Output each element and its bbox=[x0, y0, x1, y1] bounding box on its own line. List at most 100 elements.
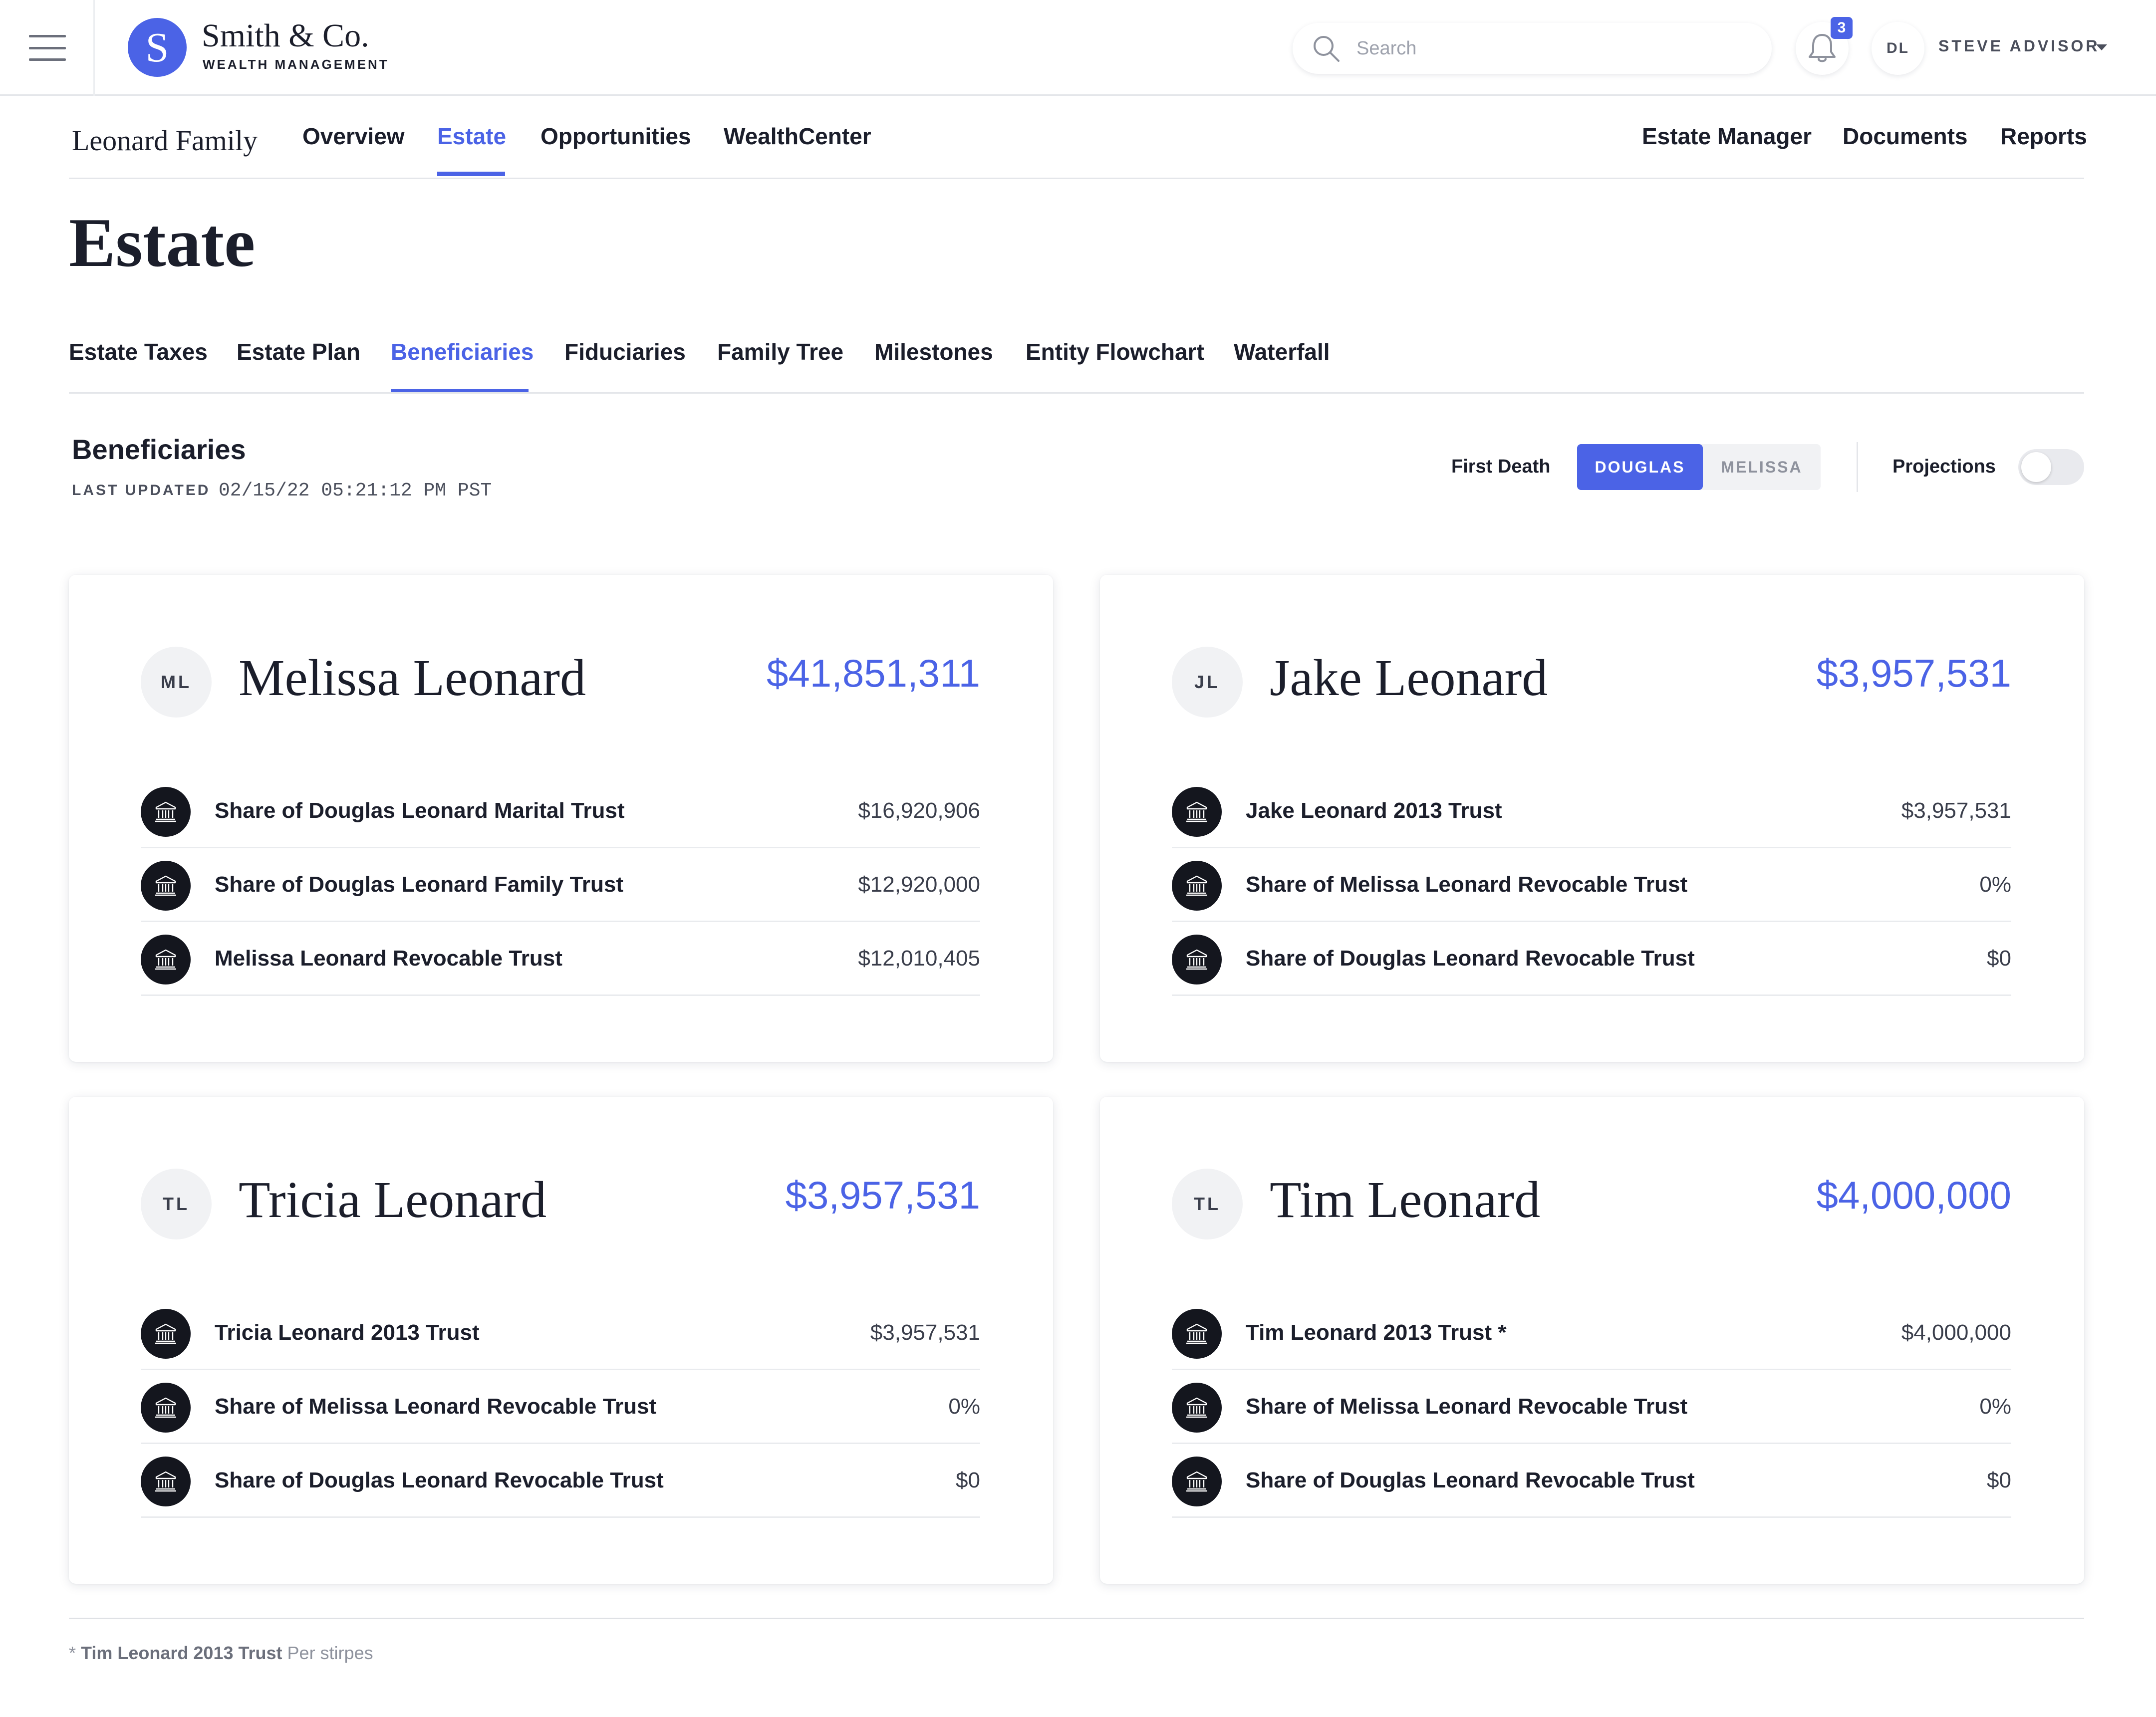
first-death-douglas-button[interactable]: DOUGLAS bbox=[1577, 444, 1703, 490]
brand-name: Smith & Co. bbox=[202, 17, 369, 54]
tab-estate-taxes[interactable]: Estate Taxes bbox=[69, 338, 208, 365]
trust-list: Jake Leonard 2013 Trust $3,957,531 Share… bbox=[1172, 774, 2011, 996]
topbar-divider bbox=[93, 0, 95, 96]
footnote-text: Per stirpes bbox=[287, 1643, 373, 1663]
footnote: * Tim Leonard 2013 Trust Per stirpes bbox=[69, 1643, 373, 1664]
bank-icon bbox=[1172, 1457, 1222, 1506]
first-death-toggle: DOUGLAS MELISSA bbox=[1577, 444, 1821, 490]
trust-name: Share of Douglas Leonard Revocable Trust bbox=[1246, 1468, 1695, 1492]
trust-value: $12,920,000 bbox=[858, 872, 980, 897]
trust-list: Tricia Leonard 2013 Trust $3,957,531 Sha… bbox=[141, 1296, 980, 1518]
bank-icon bbox=[141, 861, 191, 911]
footnote-marker: * bbox=[69, 1643, 76, 1663]
trust-list: Tim Leonard 2013 Trust * $4,000,000 Shar… bbox=[1172, 1296, 2011, 1518]
trust-row[interactable]: Share of Douglas Leonard Revocable Trust… bbox=[141, 1444, 980, 1518]
beneficiary-card: TL Tricia Leonard $3,957,531 Tricia Leon… bbox=[69, 1097, 1053, 1584]
brand-subtitle: WEALTH MANAGEMENT bbox=[203, 57, 389, 72]
beneficiary-avatar: JL bbox=[1172, 647, 1243, 718]
page-title: Estate bbox=[69, 204, 256, 281]
tab-entity-flowchart[interactable]: Entity Flowchart bbox=[1026, 338, 1204, 365]
trust-value: $0 bbox=[1987, 1468, 2011, 1492]
trust-name: Share of Douglas Leonard Marital Trust bbox=[215, 798, 625, 823]
main-nav: Leonard Family Overview Estate Opportuni… bbox=[0, 96, 2156, 180]
trust-name: Melissa Leonard Revocable Trust bbox=[215, 946, 562, 971]
sub-tabs-divider bbox=[69, 392, 2084, 394]
user-avatar[interactable]: DL bbox=[1872, 22, 1924, 75]
trust-value: $16,920,906 bbox=[858, 798, 980, 823]
bank-icon bbox=[1172, 787, 1222, 837]
footnote-trust-name: Tim Leonard 2013 Trust bbox=[81, 1643, 282, 1663]
trust-row[interactable]: Jake Leonard 2013 Trust $3,957,531 bbox=[1172, 774, 2011, 848]
beneficiary-avatar: TL bbox=[141, 1169, 212, 1239]
trust-row[interactable]: Melissa Leonard Revocable Trust $12,010,… bbox=[141, 922, 980, 996]
trust-row[interactable]: Share of Melissa Leonard Revocable Trust… bbox=[1172, 1370, 2011, 1444]
tab-family-tree[interactable]: Family Tree bbox=[717, 338, 843, 365]
trust-row[interactable]: Share of Douglas Leonard Revocable Trust… bbox=[1172, 922, 2011, 996]
trust-value: 0% bbox=[948, 1394, 980, 1419]
projections-label: Projections bbox=[1892, 456, 1996, 477]
hamburger-icon[interactable] bbox=[29, 35, 66, 61]
trust-name: Share of Douglas Leonard Family Trust bbox=[215, 872, 624, 897]
nav-overview[interactable]: Overview bbox=[302, 123, 405, 150]
first-death-melissa-button[interactable]: MELISSA bbox=[1703, 444, 1821, 490]
nav-documents[interactable]: Documents bbox=[1843, 123, 1967, 150]
trust-value: $3,957,531 bbox=[1901, 798, 2011, 823]
bank-icon bbox=[141, 935, 191, 984]
beneficiary-name: Jake Leonard bbox=[1270, 649, 1548, 707]
trust-name: Share of Melissa Leonard Revocable Trust bbox=[1246, 1394, 1688, 1419]
beneficiary-card: TL Tim Leonard $4,000,000 Tim Leonard 20… bbox=[1100, 1097, 2084, 1584]
brand-logo[interactable]: S bbox=[128, 18, 187, 77]
trust-value: $3,957,531 bbox=[870, 1320, 980, 1345]
trust-row[interactable]: Share of Douglas Leonard Revocable Trust… bbox=[1172, 1444, 2011, 1518]
trust-row[interactable]: Tim Leonard 2013 Trust * $4,000,000 bbox=[1172, 1296, 2011, 1370]
nav-opportunities[interactable]: Opportunities bbox=[540, 123, 691, 150]
main-nav-divider bbox=[69, 178, 2084, 179]
trust-row[interactable]: Share of Douglas Leonard Marital Trust $… bbox=[141, 774, 980, 848]
nav-estate[interactable]: Estate bbox=[437, 123, 506, 150]
search-input[interactable] bbox=[1356, 33, 1746, 64]
trust-name: Share of Douglas Leonard Revocable Trust bbox=[215, 1468, 664, 1492]
search-box[interactable] bbox=[1293, 23, 1772, 74]
beneficiary-name: Tim Leonard bbox=[1270, 1171, 1541, 1228]
bank-icon bbox=[1172, 1309, 1222, 1359]
notification-count-badge: 3 bbox=[1831, 17, 1853, 39]
beneficiary-name: Tricia Leonard bbox=[239, 1171, 547, 1228]
beneficiary-total: $4,000,000 bbox=[1816, 1173, 2011, 1217]
tab-fiduciaries[interactable]: Fiduciaries bbox=[564, 338, 686, 365]
switch-knob bbox=[2021, 452, 2051, 482]
trust-list: Share of Douglas Leonard Marital Trust $… bbox=[141, 774, 980, 996]
trust-name: Share of Douglas Leonard Revocable Trust bbox=[1246, 946, 1695, 971]
nav-wealthcenter[interactable]: WealthCenter bbox=[724, 123, 871, 150]
nav-estate-manager[interactable]: Estate Manager bbox=[1642, 123, 1812, 150]
bank-icon bbox=[1172, 1383, 1222, 1433]
footnote-divider bbox=[69, 1618, 2084, 1619]
bank-icon bbox=[1172, 935, 1222, 984]
nav-reports[interactable]: Reports bbox=[2000, 123, 2087, 150]
user-menu-name[interactable]: STEVE ADVISOR bbox=[1938, 37, 2100, 55]
beneficiary-total: $3,957,531 bbox=[785, 1173, 980, 1217]
bank-icon bbox=[141, 1383, 191, 1433]
tab-milestones[interactable]: Milestones bbox=[874, 338, 993, 365]
tab-estate-plan[interactable]: Estate Plan bbox=[237, 338, 360, 365]
tab-beneficiaries[interactable]: Beneficiaries bbox=[391, 338, 534, 365]
trust-value: 0% bbox=[1979, 872, 2011, 897]
bank-icon bbox=[141, 1457, 191, 1506]
trust-row[interactable]: Share of Melissa Leonard Revocable Trust… bbox=[141, 1370, 980, 1444]
beneficiary-avatar: ML bbox=[141, 647, 212, 718]
app-root: S Smith & Co. WEALTH MANAGEMENT 3 DL STE… bbox=[0, 0, 2156, 1717]
first-death-label: First Death bbox=[1451, 456, 1551, 477]
trust-row[interactable]: Tricia Leonard 2013 Trust $3,957,531 bbox=[141, 1296, 980, 1370]
chevron-down-icon[interactable] bbox=[2095, 43, 2108, 52]
projections-switch[interactable] bbox=[2018, 449, 2084, 485]
trust-value: 0% bbox=[1979, 1394, 2011, 1419]
trust-row[interactable]: Share of Douglas Leonard Family Trust $1… bbox=[141, 848, 980, 922]
trust-value: $4,000,000 bbox=[1901, 1320, 2011, 1345]
tab-waterfall[interactable]: Waterfall bbox=[1234, 338, 1330, 365]
beneficiary-card: ML Melissa Leonard $41,851,311 Share of … bbox=[69, 575, 1053, 1062]
bank-icon bbox=[1172, 861, 1222, 911]
family-name: Leonard Family bbox=[72, 124, 258, 157]
trust-row[interactable]: Share of Melissa Leonard Revocable Trust… bbox=[1172, 848, 2011, 922]
beneficiary-total: $3,957,531 bbox=[1816, 651, 2011, 695]
trust-name: Share of Melissa Leonard Revocable Trust bbox=[215, 1394, 657, 1419]
trust-name: Jake Leonard 2013 Trust bbox=[1246, 798, 1502, 823]
